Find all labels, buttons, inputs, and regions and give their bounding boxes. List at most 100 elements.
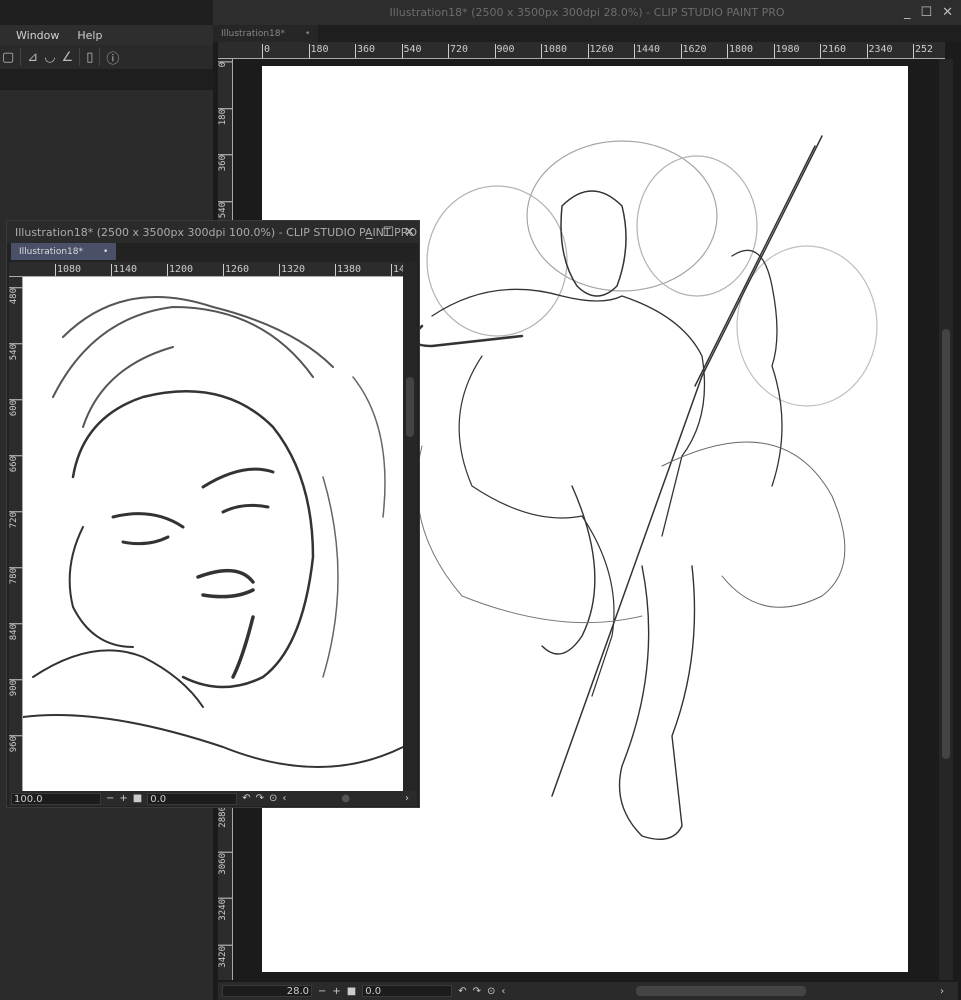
scroll-left-icon[interactable]: ‹ [282, 793, 286, 804]
zoom-out-icon[interactable]: − [106, 793, 114, 804]
ruler-linear-icon[interactable]: ⊿ [27, 50, 38, 65]
top-strip [0, 0, 213, 25]
close-icon[interactable]: ✕ [404, 225, 415, 240]
ruler-label: 1800 [727, 44, 753, 58]
ruler-label: 180 [308, 44, 329, 58]
ruler-label: 780 [9, 567, 22, 585]
rotate-right-icon[interactable]: ↷ [473, 986, 481, 997]
ruler-label: 3240 [218, 898, 232, 921]
ruler-label: 1380 [335, 264, 361, 276]
ruler-label: 360 [355, 44, 375, 58]
h-scroll-thumb[interactable] [636, 986, 807, 996]
ruler-label: 1260 [587, 44, 614, 58]
sub-tab[interactable]: Illustration18* • [11, 243, 117, 260]
sub-rotation-field[interactable]: 0.0 [147, 792, 238, 805]
ruler-label: 900 [494, 44, 515, 58]
sub-h-scroll-thumb[interactable]: ● [291, 793, 400, 804]
device-icon[interactable]: ▯ [86, 50, 93, 65]
panel-strip [0, 69, 213, 90]
sub-title-bar: Illustration18* (2500 x 3500px 300dpi 10… [7, 221, 419, 243]
main-title: Illustration18* (2500 x 3500px 300dpi 28… [389, 6, 785, 19]
main-tab[interactable]: Illustration18* • [213, 25, 319, 42]
fit-icon[interactable]: ■ [347, 986, 356, 997]
scroll-right-icon[interactable]: › [405, 793, 409, 804]
ruler-label: 660 [9, 455, 22, 473]
sub-zoom-field[interactable]: 100.0 [11, 792, 101, 805]
ruler-label: 960 [9, 735, 22, 753]
ruler-label: 480 [9, 287, 22, 305]
ruler-label: 0 [218, 61, 232, 68]
zoom-in-icon[interactable]: + [332, 986, 340, 997]
ruler-label: 3060 [218, 851, 232, 875]
maximize-icon[interactable]: ☐ [920, 5, 932, 20]
sub-view-window: Illustration18* (2500 x 3500px 300dpi 10… [6, 220, 420, 808]
ruler-label: 14 [391, 264, 403, 276]
ruler-label: 1320 [279, 264, 305, 276]
ruler-curve-icon[interactable]: ◡ [44, 50, 55, 65]
ruler-label: 0 [262, 44, 270, 58]
main-tab-bar: Illustration18* • [213, 25, 961, 42]
ruler-label: 180 [218, 107, 232, 125]
ruler-label: 252 [913, 44, 933, 58]
ruler-label: 720 [448, 44, 468, 58]
fit-icon[interactable]: ■ [133, 793, 142, 804]
vertical-scrollbar[interactable] [939, 59, 953, 980]
rotate-left-icon[interactable]: ↶ [458, 986, 466, 997]
scroll-left-icon[interactable]: ‹ [501, 986, 505, 997]
ruler-angle-icon[interactable]: ∠ [62, 50, 74, 65]
ruler-label: 840 [9, 623, 22, 641]
ruler-label: 3420 [218, 944, 232, 968]
tab-label: Illustration18* [19, 246, 83, 257]
zoomed-face-sketch [23, 296, 403, 768]
ruler-label: 540 [9, 343, 22, 361]
rotate-right-icon[interactable]: ↷ [256, 793, 264, 804]
tab-label: Illustration18* [221, 28, 285, 39]
sub-vertical-ruler: 480 540 600 660 720 780 840 900 960 [9, 277, 23, 791]
ruler-label: 2160 [820, 44, 846, 58]
scroll-thumb[interactable] [942, 329, 950, 759]
modified-dot-icon: • [102, 246, 109, 257]
ruler-label: 360 [218, 154, 232, 172]
sub-title: Illustration18* (2500 x 3500px 300dpi 10… [15, 225, 418, 239]
sub-vertical-scrollbar[interactable] [403, 262, 417, 791]
main-title-bar: Illustration18* (2500 x 3500px 300dpi 28… [213, 0, 961, 25]
sub-canvas[interactable] [23, 277, 403, 791]
sub-status-bar: 100.0 − + ■ 0.0 ↶ ↷ ⊙ ‹ ● › [9, 791, 417, 806]
ruler-label: 1080 [541, 44, 567, 58]
ruler-label: 1620 [680, 44, 707, 58]
ruler-label: 1140 [111, 264, 137, 276]
scroll-right-icon[interactable]: › [940, 986, 944, 997]
menu-bar: Window Help [0, 25, 213, 45]
ruler-label: 540 [218, 200, 232, 218]
menu-window[interactable]: Window [16, 29, 59, 42]
ruler-label: 1260 [223, 264, 249, 276]
close-icon[interactable]: ✕ [942, 5, 953, 20]
ruler-label: 1080 [55, 264, 81, 276]
zoom-in-icon[interactable]: + [119, 793, 127, 804]
toolbar: ▢ ⊿ ◡ ∠ ▯ ⓘ [0, 45, 213, 69]
zoom-field[interactable]: 28.0 [222, 985, 312, 997]
modified-dot-icon: • [304, 28, 311, 39]
ruler-label: 1200 [167, 264, 193, 276]
ruler-label: 2880 [218, 805, 232, 828]
rotation-field[interactable]: 0.0 [362, 985, 453, 997]
sub-tab-bar: Illustration18* • [7, 243, 419, 260]
horizontal-scrollbar[interactable] [511, 986, 934, 996]
sub-scroll-thumb[interactable] [406, 377, 414, 437]
horizontal-ruler: 0 180 360 540 720 900 1080 1260 1440 1620 1800 1980… [218, 42, 945, 59]
rotate-left-icon[interactable]: ↶ [242, 793, 250, 804]
reset-rotation-icon[interactable]: ⊙ [269, 793, 277, 804]
maximize-icon[interactable]: ☐ [382, 225, 394, 240]
ruler-label: 1440 [634, 44, 660, 58]
menu-help[interactable]: Help [77, 29, 102, 42]
ruler-label: 1980 [773, 44, 800, 58]
zoom-out-icon[interactable]: − [318, 986, 326, 997]
square-icon[interactable]: ▢ [2, 50, 14, 65]
ruler-label: 900 [9, 679, 22, 697]
help-icon[interactable]: ⓘ [106, 48, 119, 67]
reset-rotation-icon[interactable]: ⊙ [487, 986, 495, 997]
ruler-label: 600 [9, 399, 22, 417]
ruler-label: 540 [401, 44, 422, 58]
minimize-icon[interactable]: _ [366, 225, 373, 240]
minimize-icon[interactable]: _ [904, 5, 911, 20]
